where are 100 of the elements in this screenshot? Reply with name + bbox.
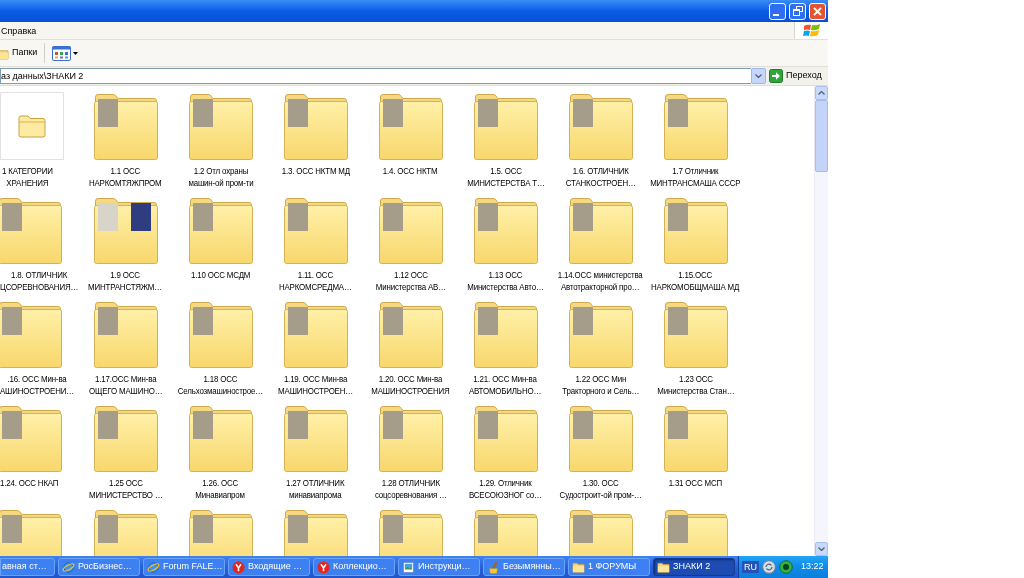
photo-placeholder	[667, 515, 688, 543]
folder-name[interactable]: 1.26. ОСС Минавиапром	[195, 477, 246, 501]
photo-placeholder	[97, 515, 118, 543]
photo-placeholder	[97, 203, 118, 231]
folder-name[interactable]: 1.30. ОСС Судостроит-ой пром-…	[559, 477, 642, 501]
circular-arrows-icon[interactable]	[762, 560, 776, 574]
photo-placeholder	[97, 411, 118, 439]
photo-placeholder	[572, 307, 593, 335]
folder-name[interactable]: 1.20. ОСС Мин-ва МАШИНОСТРОЕНИЯ	[371, 373, 450, 397]
folder-name[interactable]: 1.25 ОСС МИНИСТЕРСТВО …	[88, 477, 163, 501]
folder-name[interactable]: 1.23 ОСС Министерства Стан…	[656, 373, 735, 397]
paint-brush-icon	[487, 560, 500, 574]
globe-ring-icon	[62, 560, 75, 574]
photo-placeholder	[2, 515, 22, 543]
folder-name[interactable]: .16. ОСС Мин-ва АШИНОСТРОЕНИ…	[0, 373, 74, 397]
photo-placeholder	[477, 515, 498, 543]
taskbar-button[interactable]: 1 ФОРУМЫ	[568, 558, 650, 576]
taskbar-button[interactable]: Forum FALE…	[143, 558, 225, 576]
photo-placeholder	[192, 307, 213, 335]
folder-name[interactable]: 1.14.ОСС министерства Автотракторной про…	[558, 269, 643, 293]
photo-placeholder	[192, 411, 213, 439]
photo-placeholder	[667, 99, 688, 127]
taskbar-button[interactable]: ЗНАКИ 2	[653, 558, 735, 576]
folder-name[interactable]: 1.6. ОТЛИЧНИК СТАНКОСТРОЕН…	[565, 165, 636, 189]
caret-down-icon	[755, 74, 762, 78]
folder-name[interactable]: 1.1 ОСС НАРКОМТЯЖПРОМ	[89, 165, 162, 189]
folder-name[interactable]: 1 КАТЕГОРИИ ХРАНЕНИЯ	[2, 165, 53, 189]
photo-placeholder	[382, 515, 403, 543]
folder-name[interactable]: 1.18 ОСС Сельхозмашинострое…	[177, 373, 264, 397]
taskbar-button[interactable]: Инструкци…	[398, 558, 480, 576]
photo-placeholder	[287, 307, 308, 335]
photo-placeholder	[130, 203, 151, 231]
restore-button[interactable]	[789, 2, 806, 20]
flag-logo-icon	[802, 23, 821, 38]
picture-icon	[402, 560, 415, 574]
photo-placeholder	[382, 203, 403, 231]
folder-icon	[657, 560, 670, 574]
folder-name[interactable]: 1.31 ОСС МСП	[668, 477, 723, 489]
folder-name[interactable]: 1.7 Отличник МИНТРАНСМАША СССР	[650, 165, 741, 189]
caret-up-icon	[818, 91, 825, 95]
folder-name[interactable]: 1.5. ОСС МИНИСТЕРСТВА Т…	[466, 165, 545, 189]
y-disc-icon	[232, 560, 245, 574]
y-disc-icon	[317, 560, 330, 574]
go-button[interactable]: Переход	[769, 67, 822, 85]
photo-placeholder	[192, 515, 213, 543]
scrollbar[interactable]	[814, 86, 828, 556]
scroll-down-button[interactable]	[815, 542, 828, 556]
folder-name[interactable]: 1.24. ОСС НКАП	[0, 477, 59, 489]
folder-name[interactable]: 1.10 ОСС МСДМ	[190, 269, 251, 281]
folder-name[interactable]: 1.13 ОСС Министерства Авто…	[467, 269, 544, 293]
caret-icon	[73, 51, 79, 55]
folder-name[interactable]: 1.8. ОТЛИЧНИК ЦСОРЕВНОВАНИЯ…	[0, 269, 79, 293]
photo-placeholder	[192, 99, 213, 127]
folder-name[interactable]: 1.17.ОСС Мин-ва ОЩЕГО МАШИНО…	[88, 373, 163, 397]
caret-down-icon	[818, 547, 825, 551]
ring-icon[interactable]	[779, 560, 793, 574]
taskbar-button[interactable]: Коллекцио…	[313, 558, 395, 576]
folder-name[interactable]: 1.22 ОСС Мин Тракторного и Сель…	[562, 373, 639, 397]
taskbar-button[interactable]: Безымянны…	[483, 558, 565, 576]
taskbar-button[interactable]: авная ст…	[0, 558, 55, 576]
photo-placeholder	[382, 411, 403, 439]
photo-placeholder	[97, 99, 118, 127]
close-icon	[813, 6, 822, 16]
folder-name[interactable]: 1.12 ОСС Министерства АВ…	[375, 269, 446, 293]
dropdown-button[interactable]	[751, 68, 766, 84]
category-thumbnail[interactable]	[0, 92, 64, 160]
folder-name[interactable]: 1.21. ОСС Мин-ва АВТОМОБИЛЬНО…	[469, 373, 542, 397]
folder-name[interactable]: 1.4. ОСС НКТМ	[383, 165, 438, 177]
photo-placeholder	[667, 411, 688, 439]
folder-name[interactable]: 1.2 Отл охраны машин-ой пром-ти	[187, 165, 254, 189]
scroll-up-button[interactable]	[815, 86, 828, 100]
language-indicator[interactable]: RU	[742, 561, 759, 573]
folder-name[interactable]: 1.3. ОСС НКТМ МД	[281, 165, 350, 177]
menu-item[interactable]: Справка	[0, 23, 38, 38]
folder-name[interactable]: 1.11. ОСС НАРКОМСРЕДМА…	[279, 269, 352, 293]
photo-placeholder	[477, 411, 498, 439]
photo-placeholder	[572, 203, 593, 231]
photo-placeholder	[477, 307, 498, 335]
taskbar-button[interactable]: Входящие …	[228, 558, 310, 576]
photo-placeholder	[2, 203, 22, 231]
photo-placeholder	[477, 203, 498, 231]
taskbar-button[interactable]: РосБизнес…	[58, 558, 140, 576]
arrow-right-icon	[769, 69, 783, 83]
folder-name[interactable]: 1.9 ОСС МИНТРАНСТЯЖМ…	[88, 269, 163, 293]
folders-button[interactable]: Папки	[0, 42, 41, 64]
photo-placeholder	[2, 307, 22, 335]
folder-name[interactable]: 1.19. ОСС Мин-ва МАШИНОСТРОЕН…	[278, 373, 353, 397]
window-grid-icon	[52, 45, 72, 61]
folder-name[interactable]: 1.29. Отличник ВСЕСОЮЗНОГ со…	[469, 477, 542, 501]
folder-name[interactable]: 1.28 ОТЛИЧНИК соцсоревнования …	[374, 477, 447, 501]
photo-placeholder	[287, 99, 308, 127]
close-button[interactable]	[809, 2, 826, 20]
photo-placeholder	[572, 411, 593, 439]
scroll-thumb[interactable]	[815, 100, 828, 172]
folder-name[interactable]: 1.15.ОСС НАРКОМОБЩМАША МД	[651, 269, 740, 293]
folder-name[interactable]: 1.27 ОТЛИЧНИК минавиапрома	[286, 477, 345, 501]
photo-placeholder	[97, 307, 118, 335]
address-field[interactable]: аз данных\ЗНАКИ 2	[0, 68, 751, 84]
photo-placeholder	[287, 515, 308, 543]
minimize-button[interactable]	[769, 2, 786, 20]
